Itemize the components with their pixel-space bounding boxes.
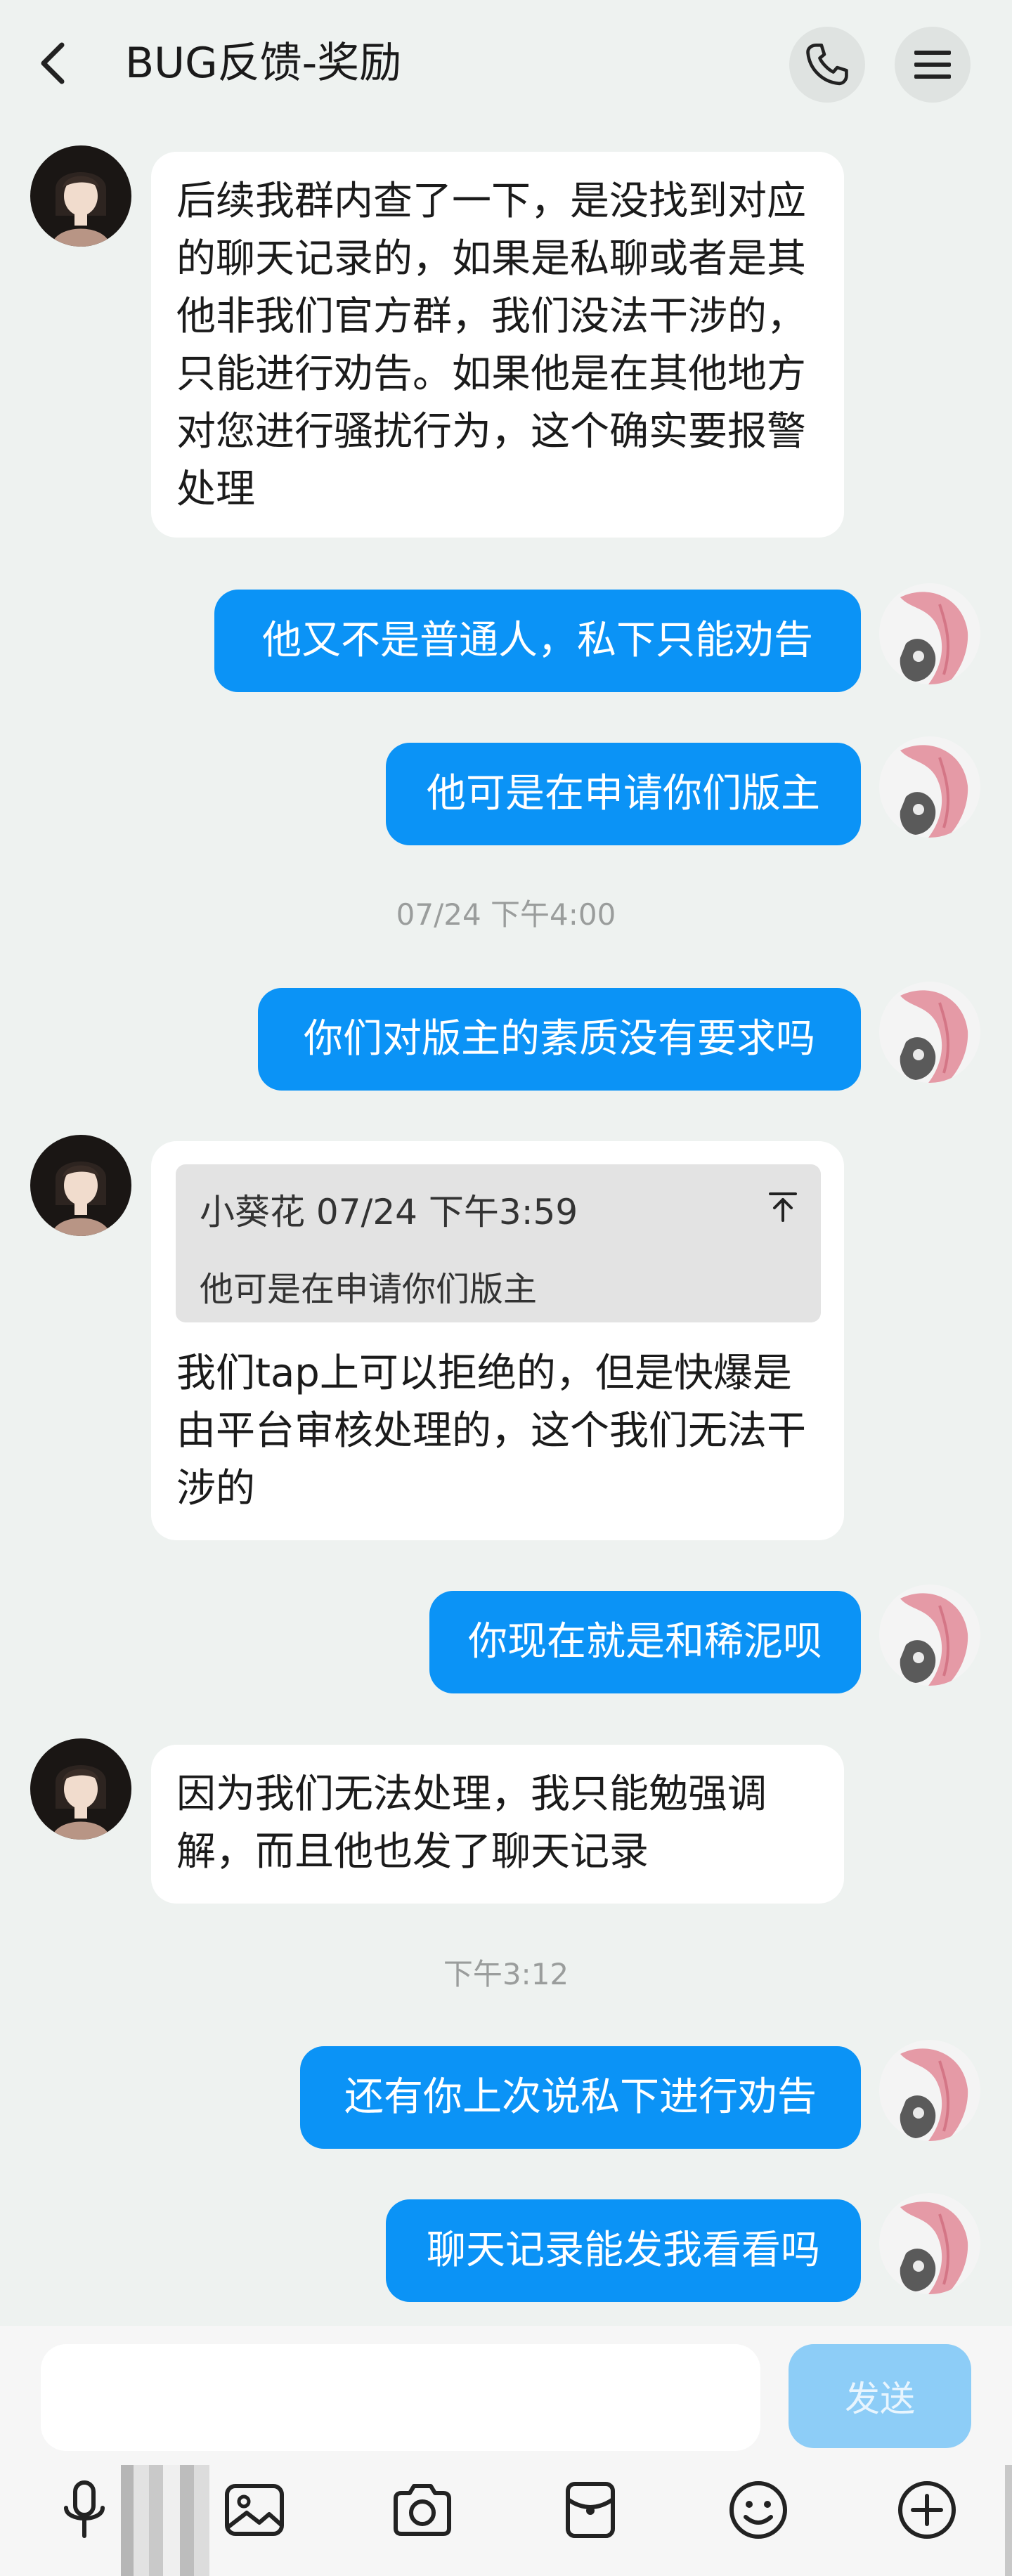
self-avatar[interactable] xyxy=(879,736,980,838)
chat-timestamp: 下午3:12 xyxy=(443,1957,569,1991)
chat-timestamp: 07/24 下午4:00 xyxy=(396,897,616,932)
quote-sender-time: 小葵花 07/24 下午3:59 xyxy=(200,1192,578,1232)
red-packet-button[interactable] xyxy=(555,2475,625,2545)
incoming-message-bubble[interactable]: 后续我群内查了一下，是没找到对应的聊天记录的，如果是私聊或者是其他非我们官方群，… xyxy=(151,152,844,538)
self-avatar[interactable] xyxy=(879,2040,980,2141)
other-avatar[interactable] xyxy=(30,1135,131,1236)
other-avatar[interactable] xyxy=(30,145,131,247)
other-avatar[interactable] xyxy=(30,1738,131,1840)
incoming-message-bubble[interactable]: 因为我们无法处理，我只能勉强调解，而且他也发了聊天记录 xyxy=(151,1745,844,1904)
plus-icon xyxy=(898,2481,956,2539)
voice-input-button[interactable] xyxy=(49,2475,119,2545)
message-text: 他可是在申请你们版主 xyxy=(427,771,820,817)
outgoing-message-bubble[interactable]: 他又不是普通人，私下只能劝告 xyxy=(214,590,861,692)
red-packet-icon xyxy=(566,2482,615,2538)
image-icon xyxy=(225,2484,284,2536)
outgoing-message-bubble[interactable]: 你现在就是和稀泥呗 xyxy=(429,1591,861,1693)
message-text: 因为我们无法处理，我只能勉强调解，而且他也发了聊天记录 xyxy=(176,1771,767,1875)
message-text: 聊天记录能发我看看吗 xyxy=(427,2227,820,2273)
quote-text: 他可是在申请你们版主 xyxy=(200,1270,538,1309)
microphone-icon xyxy=(64,2480,105,2538)
hamburger-menu-icon xyxy=(914,51,951,79)
self-avatar[interactable] xyxy=(879,583,980,684)
message-input[interactable] xyxy=(41,2344,760,2451)
image-button[interactable] xyxy=(219,2475,290,2545)
message-text: 你们对版主的素质没有要求吗 xyxy=(304,1016,815,1062)
send-button[interactable]: 发送 xyxy=(789,2344,971,2448)
quoted-message[interactable]: 小葵花 07/24 下午3:59 他可是在申请你们版主 xyxy=(176,1164,821,1322)
camera-icon xyxy=(394,2484,451,2536)
outgoing-message-bubble[interactable]: 他可是在申请你们版主 xyxy=(386,743,861,845)
toolbar-overlay-strip xyxy=(121,2465,209,2576)
phone-icon xyxy=(806,43,848,86)
self-avatar[interactable] xyxy=(879,2193,980,2294)
message-text: 后续我群内查了一下，是没找到对应的聊天记录的，如果是私聊或者是其他非我们官方群，… xyxy=(176,178,806,512)
outgoing-message-bubble[interactable]: 聊天记录能发我看看吗 xyxy=(386,2199,861,2302)
voice-call-button[interactable] xyxy=(789,27,865,103)
emoji-button[interactable] xyxy=(723,2475,793,2545)
self-avatar[interactable] xyxy=(879,1585,980,1686)
emoji-icon xyxy=(729,2481,787,2539)
back-button[interactable] xyxy=(28,35,84,91)
toolbar-edge xyxy=(1005,2465,1012,2576)
outgoing-message-bubble[interactable]: 你们对版主的素质没有要求吗 xyxy=(258,988,861,1091)
chat-title: BUG反馈-奖励 xyxy=(125,39,402,88)
message-text: 我们tap上可以拒绝的，但是快爆是由平台审核处理的，这个我们无法干涉的 xyxy=(176,1351,806,1511)
incoming-message-bubble[interactable]: 小葵花 07/24 下午3:59 他可是在申请你们版主 我们tap上可以拒绝的，… xyxy=(151,1141,844,1540)
scroll-to-top-icon[interactable] xyxy=(766,1190,800,1226)
message-text: 还有你上次说私下进行劝告 xyxy=(344,2074,817,2120)
camera-button[interactable] xyxy=(387,2475,458,2545)
more-actions-button[interactable] xyxy=(892,2475,962,2545)
more-menu-button[interactable] xyxy=(895,27,971,103)
outgoing-message-bubble[interactable]: 还有你上次说私下进行劝告 xyxy=(300,2046,861,2149)
message-text: 他又不是普通人，私下只能劝告 xyxy=(262,618,813,663)
self-avatar[interactable] xyxy=(879,982,980,1083)
message-text: 你现在就是和稀泥呗 xyxy=(468,1619,822,1665)
chevron-left-icon xyxy=(41,42,65,84)
chat-header: BUG反馈-奖励 xyxy=(0,0,1012,126)
